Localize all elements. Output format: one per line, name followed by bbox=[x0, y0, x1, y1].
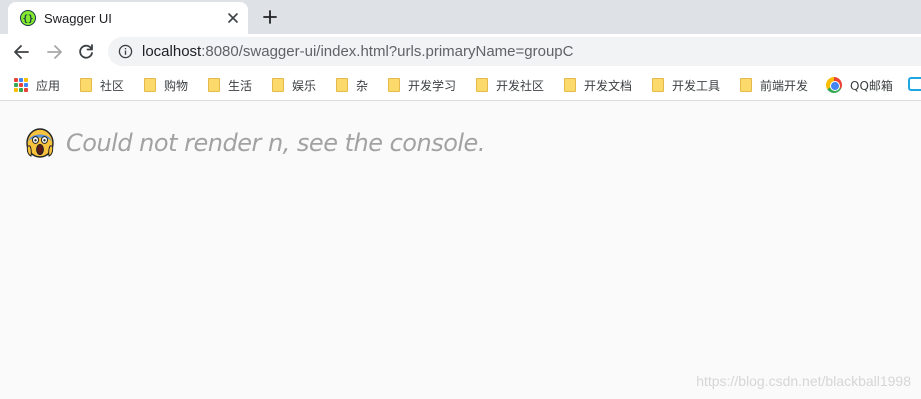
folder-icon bbox=[476, 78, 488, 92]
bilibili-tv-icon[interactable] bbox=[908, 77, 921, 91]
folder-icon bbox=[740, 78, 752, 92]
bookmark-label: 娱乐 bbox=[292, 78, 317, 93]
url-path: :8080/swagger-ui/index.html?urls.primary… bbox=[201, 43, 574, 60]
back-arrow-icon[interactable] bbox=[12, 42, 32, 62]
bookmark-folder[interactable]: 开发工具 bbox=[652, 75, 720, 95]
bookmark-folder[interactable]: 杂 bbox=[336, 75, 368, 95]
bookmark-label: 杂 bbox=[356, 78, 369, 93]
bookmark-qq-mail[interactable]: QQ邮箱 bbox=[826, 75, 893, 95]
render-error: Could not render n, see the console. bbox=[26, 128, 485, 158]
folder-icon bbox=[564, 78, 576, 92]
folder-icon bbox=[272, 78, 284, 92]
tab-strip: {} Swagger UI bbox=[0, 0, 921, 34]
bookmark-folder[interactable]: 购物 bbox=[144, 75, 188, 95]
bookmark-label: 开发学习 bbox=[408, 78, 457, 93]
folder-icon bbox=[388, 78, 400, 92]
bookmark-label: 前端开发 bbox=[760, 78, 809, 93]
folder-icon bbox=[144, 78, 156, 92]
tab-swagger-ui[interactable]: {} Swagger UI bbox=[8, 2, 248, 34]
new-tab-plus-icon[interactable] bbox=[260, 7, 280, 27]
bookmark-label: QQ邮箱 bbox=[850, 78, 893, 93]
url-text[interactable]: localhost:8080/swagger-ui/index.html?url… bbox=[142, 43, 573, 60]
address-bar[interactable]: localhost:8080/swagger-ui/index.html?url… bbox=[108, 37, 921, 66]
bookmark-label: 开发文档 bbox=[584, 78, 633, 93]
bookmark-folder[interactable]: 娱乐 bbox=[272, 75, 316, 95]
bookmark-folder[interactable]: 生活 bbox=[208, 75, 252, 95]
watermark: https://blog.csdn.net/blackball1998 bbox=[696, 373, 911, 389]
bookmark-folder[interactable]: 开发学习 bbox=[388, 75, 456, 95]
site-info-icon[interactable] bbox=[118, 44, 133, 59]
error-message: Could not render n, see the console. bbox=[66, 129, 485, 157]
folder-icon bbox=[80, 78, 92, 92]
close-icon[interactable] bbox=[226, 11, 240, 25]
bookmark-folder[interactable]: 社区 bbox=[80, 75, 124, 95]
bookmark-folder[interactable]: 开发文档 bbox=[564, 75, 632, 95]
bookmark-label: 生活 bbox=[228, 78, 253, 93]
bookmark-apps[interactable]: 应用 bbox=[14, 75, 60, 95]
qq-mail-icon bbox=[826, 77, 842, 93]
bookmark-label: 应用 bbox=[36, 78, 61, 93]
svg-text:{}: {} bbox=[23, 15, 34, 25]
tab-title: Swagger UI bbox=[44, 11, 112, 26]
folder-icon bbox=[336, 78, 348, 92]
bookmark-label: 购物 bbox=[164, 78, 189, 93]
screaming-face-emoji-icon bbox=[26, 128, 54, 158]
bookmark-label: 开发工具 bbox=[672, 78, 721, 93]
forward-arrow-icon[interactable] bbox=[44, 42, 64, 62]
reload-icon[interactable] bbox=[76, 42, 96, 62]
url-host: localhost bbox=[142, 43, 202, 60]
browser-toolbar: localhost:8080/swagger-ui/index.html?url… bbox=[0, 34, 921, 69]
bookmarks-bar: 应用 社区 购物 生活 娱乐 杂 开发学习 开发社区 开发文档 开发工具 前端开… bbox=[0, 69, 921, 101]
swagger-favicon-icon: {} bbox=[20, 10, 36, 26]
folder-icon bbox=[652, 78, 664, 92]
bookmark-folder[interactable]: 开发社区 bbox=[476, 75, 544, 95]
bookmark-label: 开发社区 bbox=[496, 78, 545, 93]
bookmark-label: 社区 bbox=[100, 78, 125, 93]
bookmark-folder[interactable]: 前端开发 bbox=[740, 75, 808, 95]
apps-grid-icon bbox=[14, 78, 28, 92]
folder-icon bbox=[208, 78, 220, 92]
